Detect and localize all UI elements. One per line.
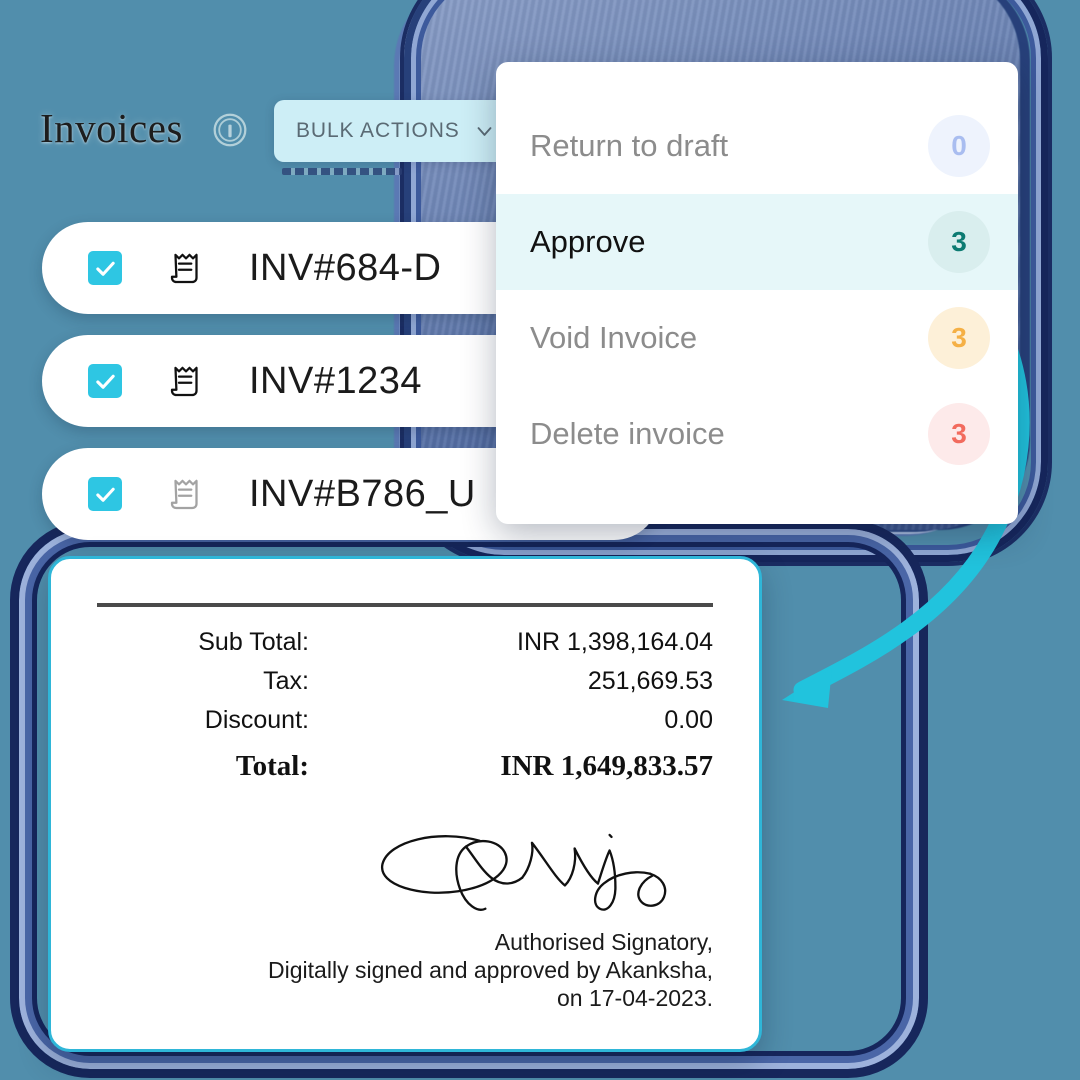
checkmark-icon bbox=[95, 374, 115, 389]
info-circle-icon bbox=[213, 113, 247, 147]
subtotal-value: INR 1,398,164.04 bbox=[517, 628, 713, 656]
tax-value: 251,669.53 bbox=[587, 667, 713, 695]
menu-item-count-badge: 3 bbox=[928, 307, 990, 369]
menu-item-label: Return to draft bbox=[530, 128, 729, 163]
invoice-id: INV#1234 bbox=[249, 359, 423, 402]
checkmark-icon bbox=[95, 487, 115, 502]
menu-item-count-badge: 3 bbox=[928, 211, 990, 273]
chevron-down-icon bbox=[477, 126, 492, 136]
menu-item-label: Void Invoice bbox=[530, 320, 698, 355]
checkmark-icon bbox=[95, 261, 115, 276]
signature-area bbox=[97, 812, 713, 922]
handwritten-signature-icon bbox=[381, 833, 667, 911]
row-checkbox[interactable] bbox=[88, 251, 122, 285]
page-title: Invoices bbox=[40, 105, 183, 151]
receipt-icon bbox=[170, 366, 198, 397]
invoice-id: INV#684-D bbox=[249, 246, 442, 289]
signature-caption: Authorised Signatory, Digitally signed a… bbox=[97, 928, 713, 1012]
totals-table: Sub Total: INR 1,398,164.04 Tax: 251,669… bbox=[97, 623, 713, 788]
menu-item-count-badge: 0 bbox=[928, 115, 990, 177]
table-row: Discount: 0.00 bbox=[97, 701, 713, 740]
receipt-icon bbox=[170, 479, 198, 510]
table-row: Sub Total: INR 1,398,164.04 bbox=[97, 623, 713, 662]
menu-item-label: Delete invoice bbox=[530, 416, 725, 451]
screen-root: Invoices BULK ACTIONS INV#684-D INV#1234… bbox=[0, 0, 1080, 1080]
bulk-actions-button[interactable]: BULK ACTIONS bbox=[274, 100, 515, 162]
signature-line-3: on 17-04-2023. bbox=[556, 985, 713, 1011]
menu-item-delete-invoice[interactable]: Delete invoice 3 bbox=[496, 386, 1018, 482]
invoice-id: INV#B786_U bbox=[249, 472, 476, 515]
grand-total-label: Total: bbox=[235, 750, 309, 782]
menu-item-void-invoice[interactable]: Void Invoice 3 bbox=[496, 290, 1018, 386]
divider bbox=[97, 603, 713, 607]
bulk-actions-menu: Return to draft 0 Approve 3 Void Invoice… bbox=[496, 62, 1018, 524]
subtotal-label: Sub Total: bbox=[198, 628, 309, 656]
row-checkbox[interactable] bbox=[88, 364, 122, 398]
menu-item-return-to-draft[interactable]: Return to draft 0 bbox=[496, 98, 1018, 194]
tax-label: Tax: bbox=[263, 667, 309, 695]
row-checkbox[interactable] bbox=[88, 477, 122, 511]
receipt-icon bbox=[170, 253, 198, 284]
bulk-actions-label: BULK ACTIONS bbox=[296, 119, 460, 142]
menu-item-approve[interactable]: Approve 3 bbox=[496, 194, 1018, 290]
table-row: Total: INR 1,649,833.57 bbox=[97, 740, 713, 788]
signature-line-2: Digitally signed and approved by Akanksh… bbox=[268, 957, 713, 983]
bulk-actions-underline-decoration bbox=[282, 168, 402, 175]
menu-item-count-badge: 3 bbox=[928, 403, 990, 465]
table-row: Tax: 251,669.53 bbox=[97, 662, 713, 701]
discount-label: Discount: bbox=[204, 706, 309, 734]
menu-item-label: Approve bbox=[530, 224, 646, 259]
signature-line-1: Authorised Signatory, bbox=[494, 929, 713, 955]
invoice-summary-card: Sub Total: INR 1,398,164.04 Tax: 251,669… bbox=[48, 556, 762, 1052]
grand-total-value: INR 1,649,833.57 bbox=[500, 750, 713, 782]
discount-value: 0.00 bbox=[664, 706, 713, 734]
